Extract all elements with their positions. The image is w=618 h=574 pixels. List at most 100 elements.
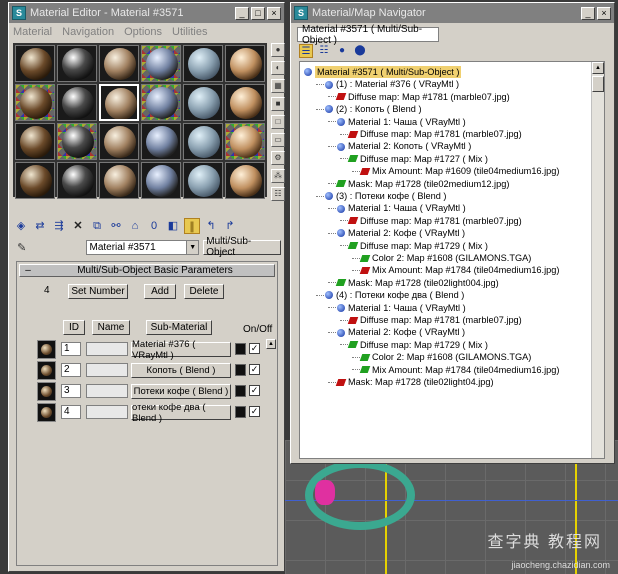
tree-item[interactable]: (2) : Копоть ( Blend ) — [316, 103, 422, 115]
submaterial-thumbnail[interactable] — [37, 361, 56, 380]
tree-scrollbar[interactable]: ▲ — [591, 62, 604, 458]
options-icon[interactable]: ⚙ — [271, 151, 285, 165]
sort-by-name-button[interactable]: Name — [92, 320, 130, 335]
close-button[interactable]: × — [597, 6, 611, 20]
reset-map-icon[interactable]: ✕ — [70, 218, 86, 234]
material-sample-slot[interactable] — [99, 84, 139, 121]
submaterial-button[interactable]: Material #376 ( VRayMtl ) — [131, 339, 231, 361]
material-sample-slot[interactable] — [99, 123, 139, 160]
tree-item[interactable]: Diffuse map: Map #1781 (marble07.jpg) — [340, 314, 522, 326]
tree-item[interactable]: Mask: Map #1728 (tile02light004.jpg) — [328, 277, 499, 289]
background-icon[interactable]: ▦ — [271, 79, 285, 93]
material-sample-slot[interactable] — [15, 84, 55, 121]
view-large-icons-icon[interactable]: ⬤ — [353, 44, 367, 58]
material-sample-slot[interactable] — [225, 84, 265, 121]
tree-item[interactable]: (1) : Material #376 ( VRayMtl ) — [316, 78, 459, 90]
make-preview-icon[interactable]: ▭ — [271, 133, 285, 147]
tree-item[interactable]: Material 1: Чаша ( VRayMtl ) — [328, 116, 466, 128]
name-field[interactable] — [86, 342, 128, 356]
delete-button[interactable]: Delete — [184, 284, 224, 299]
material-type-button[interactable]: Multi/Sub-Object — [203, 236, 282, 258]
set-number-button[interactable]: Set Number — [68, 284, 128, 299]
rows-scrollbar[interactable]: ▲ — [266, 339, 276, 459]
copy-material-icon[interactable]: ⧉ — [89, 218, 105, 234]
submaterial-button[interactable]: Копоть ( Blend ) — [131, 363, 231, 378]
menu-material[interactable]: Material — [13, 26, 52, 38]
material-sample-slot[interactable] — [141, 123, 181, 160]
material-editor-titlebar[interactable]: S Material Editor - Material #3571 _ □ × — [9, 3, 284, 23]
material-sample-slot[interactable] — [15, 123, 55, 160]
pick-material-icon[interactable]: ✎ — [13, 241, 30, 254]
sort-by-submaterial-button[interactable]: Sub-Material — [146, 320, 212, 335]
name-field[interactable] — [86, 405, 128, 419]
material-map-navigator-icon[interactable]: ☷ — [271, 187, 285, 201]
navigator-titlebar[interactable]: S Material/Map Navigator _ × — [291, 3, 614, 23]
make-unique-icon[interactable]: ⚯ — [108, 218, 124, 234]
on-off-checkbox[interactable]: ✓ — [249, 385, 260, 396]
video-color-check-icon[interactable]: □ — [271, 115, 285, 129]
view-list-icons-icon[interactable]: ☷ — [317, 44, 331, 58]
material-sample-slot[interactable] — [57, 45, 97, 82]
id-field[interactable]: 4 — [61, 405, 81, 419]
material-sample-slot[interactable] — [225, 45, 265, 82]
material-effects-channel-icon[interactable]: 0 — [146, 218, 162, 234]
tree-item[interactable]: Mask: Map #1728 (tile02medium12.jpg) — [328, 178, 509, 190]
material-name-field[interactable]: Material #3571 ▼ — [86, 239, 200, 255]
tree-item[interactable]: Diffuse map: Map #1729 ( Mix ) — [340, 240, 488, 252]
sample-type-icon[interactable]: ● — [271, 43, 285, 57]
tree-item[interactable]: (4) : Потеки кофе два ( Blend ) — [316, 289, 464, 301]
show-end-result-icon[interactable]: ∥ — [184, 218, 200, 234]
tree-item[interactable]: Diffuse map: Map #1729 ( Mix ) — [340, 339, 488, 351]
id-field[interactable]: 3 — [61, 384, 81, 398]
tree-item[interactable]: Color 2: Map #1608 (GILAMONS.TGA) — [352, 252, 531, 264]
scroll-up-icon[interactable]: ▲ — [266, 339, 276, 349]
show-map-in-viewport-icon[interactable]: ◧ — [165, 218, 181, 234]
view-list-icon[interactable]: ☰ — [299, 44, 313, 58]
tree-item[interactable]: Material 2: Кофе ( VRayMtl ) — [328, 227, 465, 239]
material-sample-slot[interactable] — [141, 84, 181, 121]
navigator-tree[interactable]: ▲ Material #3571 ( Multi/Sub-Object ) (1)… — [299, 61, 605, 459]
material-sample-slot[interactable] — [99, 162, 139, 199]
tree-item[interactable]: Mix Amount: Map #1609 (tile04medium16.jp… — [352, 165, 559, 177]
tree-item[interactable]: Material 1: Чаша ( VRayMtl ) — [328, 202, 466, 214]
color-swatch[interactable] — [235, 364, 246, 376]
material-sample-slot[interactable] — [15, 162, 55, 199]
tree-item[interactable]: Diffuse map: Map #1781 (marble07.jpg) — [340, 215, 522, 227]
material-sample-slot[interactable] — [141, 45, 181, 82]
menu-navigation[interactable]: Navigation — [62, 26, 114, 38]
add-button[interactable]: Add — [144, 284, 176, 299]
material-sample-slot[interactable] — [99, 45, 139, 82]
on-off-checkbox[interactable]: ✓ — [249, 364, 260, 375]
color-swatch[interactable] — [235, 343, 246, 355]
tree-item[interactable]: Mask: Map #1728 (tile02light04.jpg) — [328, 376, 494, 388]
material-sample-slot[interactable] — [225, 162, 265, 199]
minimize-button[interactable]: _ — [581, 6, 595, 20]
material-sample-slot[interactable] — [183, 45, 223, 82]
maximize-button[interactable]: □ — [251, 6, 265, 20]
sort-by-id-button[interactable]: ID — [63, 320, 85, 335]
tree-item[interactable]: Material #3571 ( Multi/Sub-Object ) — [304, 66, 462, 79]
color-swatch[interactable] — [235, 406, 246, 418]
view-small-icons-icon[interactable]: ● — [335, 44, 349, 58]
color-swatch[interactable] — [235, 385, 246, 397]
submaterial-thumbnail[interactable] — [37, 403, 56, 422]
tree-item[interactable]: Diffuse map: Map #1781 (marble07.jpg) — [340, 128, 522, 140]
material-sample-slot[interactable] — [183, 162, 223, 199]
go-forward-to-sibling-icon[interactable]: ↱ — [222, 218, 238, 234]
menu-options[interactable]: Options — [124, 26, 162, 38]
id-field[interactable]: 1 — [61, 342, 81, 356]
submaterial-thumbnail[interactable] — [37, 382, 56, 401]
tree-item[interactable]: Diffuse map: Map #1781 (marble07.jpg) — [328, 91, 510, 103]
go-to-parent-icon[interactable]: ↰ — [203, 218, 219, 234]
submaterial-button[interactable]: отеки кофе два ( Blend ) — [131, 402, 231, 424]
tree-item[interactable]: Color 2: Map #1608 (GILAMONS.TGA) — [352, 351, 531, 363]
uv-tiling-icon[interactable]: ■ — [271, 97, 285, 111]
submaterial-thumbnail[interactable] — [37, 340, 56, 359]
backlight-icon[interactable]: ◐ — [271, 61, 285, 75]
tree-item[interactable]: Diffuse map: Map #1727 ( Mix ) — [340, 153, 488, 165]
close-button[interactable]: × — [267, 6, 281, 20]
material-sample-slot[interactable] — [57, 84, 97, 121]
put-to-library-icon[interactable]: ⌂ — [127, 218, 143, 234]
tree-item[interactable]: Material 1: Чаша ( VRayMtl ) — [328, 302, 466, 314]
menu-utilities[interactable]: Utilities — [172, 26, 207, 38]
